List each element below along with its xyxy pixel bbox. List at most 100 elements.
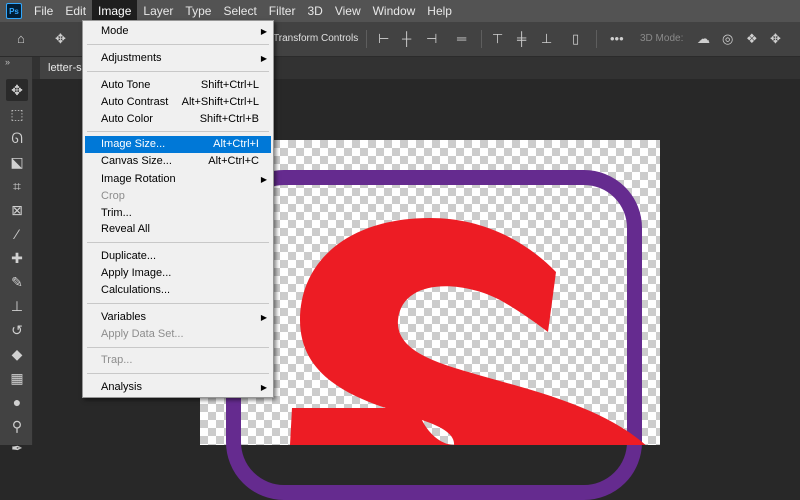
menu-item-reveal-all[interactable]: Reveal All [85,221,271,238]
menu-item-label: Image Size... [101,138,166,150]
submenu-arrow-icon: ▶ [260,383,267,392]
move-tool-icon[interactable]: ✥ [55,30,66,48]
menu-item-analysis[interactable]: Analysis ▶ [85,379,271,396]
move-tool-icon[interactable]: ✥ [6,79,28,101]
submenu-arrow-icon: ▶ [260,27,267,36]
menu-item-label: Auto Tone [101,79,151,91]
eraser-tool-icon[interactable]: ◆ [6,343,28,365]
pen-tool-icon[interactable]: ✒ [6,437,28,459]
menu-layer[interactable]: Layer [137,0,179,22]
menu-item-canvas-size[interactable]: Canvas Size... Alt+Ctrl+C [85,153,271,170]
menu-item-shortcut: Alt+Ctrl+C [208,155,259,167]
menu-help[interactable]: Help [421,0,458,22]
menu-filter[interactable]: Filter [263,0,302,22]
menu-item-label: Trap... [101,354,133,366]
menu-item-variables[interactable]: Variables ▶ [85,309,271,326]
menu-type[interactable]: Type [179,0,217,22]
menu-separator [87,303,269,304]
menu-file[interactable]: File [28,0,59,22]
align-center-icon[interactable]: ┼ [402,30,411,48]
menu-item-apply-data-set: Apply Data Set... [85,326,271,343]
menu-bar: Ps File Edit Image Layer Type Select Fil… [0,0,800,22]
blur-tool-icon[interactable]: ● [6,391,28,413]
dodge-tool-icon[interactable]: ⚲ [6,415,28,437]
frame-tool-icon[interactable]: ⊠ [6,199,28,221]
object-selection-tool-icon[interactable]: ⬕ [6,151,28,173]
menu-item-trap: Trap... [85,352,271,369]
brush-tool-icon[interactable]: ✎ [6,271,28,293]
menu-view[interactable]: View [329,0,367,22]
menu-item-calculations[interactable]: Calculations... [85,282,271,299]
menu-item-auto-color[interactable]: Auto Color Shift+Ctrl+B [85,111,271,128]
menu-item-shortcut: Alt+Ctrl+I [213,138,259,150]
menu-edit[interactable]: Edit [59,0,92,22]
options-divider [366,30,367,48]
tools-panel: » ✥ ⬚ ᘏ ⬕ ⌗ ⊠ ⁄ ✚ ✎ ⊥ ↺ ◆ ▦ ● ⚲ ✒ [0,57,33,456]
submenu-arrow-icon: ▶ [260,175,267,184]
gradient-tool-icon[interactable]: ▦ [6,367,28,389]
3d-pan-icon[interactable]: ❖ [746,30,758,48]
menu-item-trim[interactable]: Trim... [85,205,271,222]
crop-tool-icon[interactable]: ⌗ [6,175,28,197]
collapse-chevron-icon[interactable]: » [5,57,10,67]
distribute-left-icon[interactable]: ▯ [572,30,579,48]
3d-roll-icon[interactable]: ◎ [722,30,733,48]
menu-item-image-rotation[interactable]: Image Rotation ▶ [85,171,271,188]
menu-window[interactable]: Window [367,0,422,22]
options-divider [596,30,597,48]
marquee-tool-icon[interactable]: ⬚ [6,103,28,125]
align-left-icon[interactable]: ⊢ [378,30,389,48]
menu-item-label: Apply Image... [101,267,172,279]
menu-separator [87,347,269,348]
menu-separator [87,373,269,374]
menu-item-mode[interactable]: Mode ▶ [85,23,271,40]
menu-item-label: Reveal All [101,223,150,235]
align-right-icon[interactable]: ⊣ [426,30,437,48]
menu-3d[interactable]: 3D [301,0,328,22]
menu-item-duplicate[interactable]: Duplicate... [85,248,271,265]
menu-item-auto-tone[interactable]: Auto Tone Shift+Ctrl+L [85,77,271,94]
menu-separator [87,44,269,45]
image-menu-dropdown: Mode ▶ Adjustments ▶ Auto Tone Shift+Ctr… [82,20,274,398]
menu-item-crop: Crop [85,188,271,205]
photoshop-logo-icon: Ps [6,3,22,19]
3d-orbit-icon[interactable]: ☁ [697,30,710,48]
options-divider [481,30,482,48]
more-options-icon[interactable]: ••• [610,30,624,48]
3d-mode-label: 3D Mode: [640,33,684,44]
transform-controls-label[interactable]: Transform Controls [273,33,358,44]
menu-item-label: Canvas Size... [101,155,172,167]
menu-select[interactable]: Select [217,0,262,22]
lasso-tool-icon[interactable]: ᘏ [6,127,28,149]
home-icon[interactable]: ⌂ [17,30,25,48]
eyedropper-tool-icon[interactable]: ⁄ [6,223,28,245]
menu-item-label: Adjustments [101,52,162,64]
align-top-icon[interactable]: ═ [457,30,466,48]
clone-stamp-tool-icon[interactable]: ⊥ [6,295,28,317]
submenu-arrow-icon: ▶ [260,54,267,63]
menu-item-label: Auto Color [101,113,153,125]
menu-item-label: Analysis [101,381,142,393]
3d-slide-icon[interactable]: ✥ [770,30,781,48]
healing-brush-tool-icon[interactable]: ✚ [6,247,28,269]
menu-item-image-size[interactable]: Image Size... Alt+Ctrl+I [85,136,271,153]
menu-item-adjustments[interactable]: Adjustments ▶ [85,50,271,67]
distribute-top-icon[interactable]: ⊤ [492,30,503,48]
menu-item-label: Duplicate... [101,250,157,262]
menu-item-auto-contrast[interactable]: Auto Contrast Alt+Shift+Ctrl+L [85,94,271,111]
distribute-middle-icon[interactable]: ╪ [517,30,526,48]
menu-item-label: Crop [101,190,125,202]
menu-item-label: Apply Data Set... [101,328,184,340]
menu-item-label: Auto Contrast [101,96,169,108]
menu-image[interactable]: Image [92,0,138,22]
menu-item-apply-image[interactable]: Apply Image... [85,265,271,282]
menu-item-shortcut: Alt+Shift+Ctrl+L [181,96,259,108]
menu-separator [87,71,269,72]
history-brush-tool-icon[interactable]: ↺ [6,319,28,341]
menu-separator [87,242,269,243]
distribute-bottom-icon[interactable]: ⊥ [541,30,552,48]
menu-item-shortcut: Shift+Ctrl+L [200,79,259,91]
menu-item-label: Trim... [101,207,132,219]
menu-item-label: Mode [101,25,129,37]
menu-item-label: Image Rotation [101,173,176,185]
